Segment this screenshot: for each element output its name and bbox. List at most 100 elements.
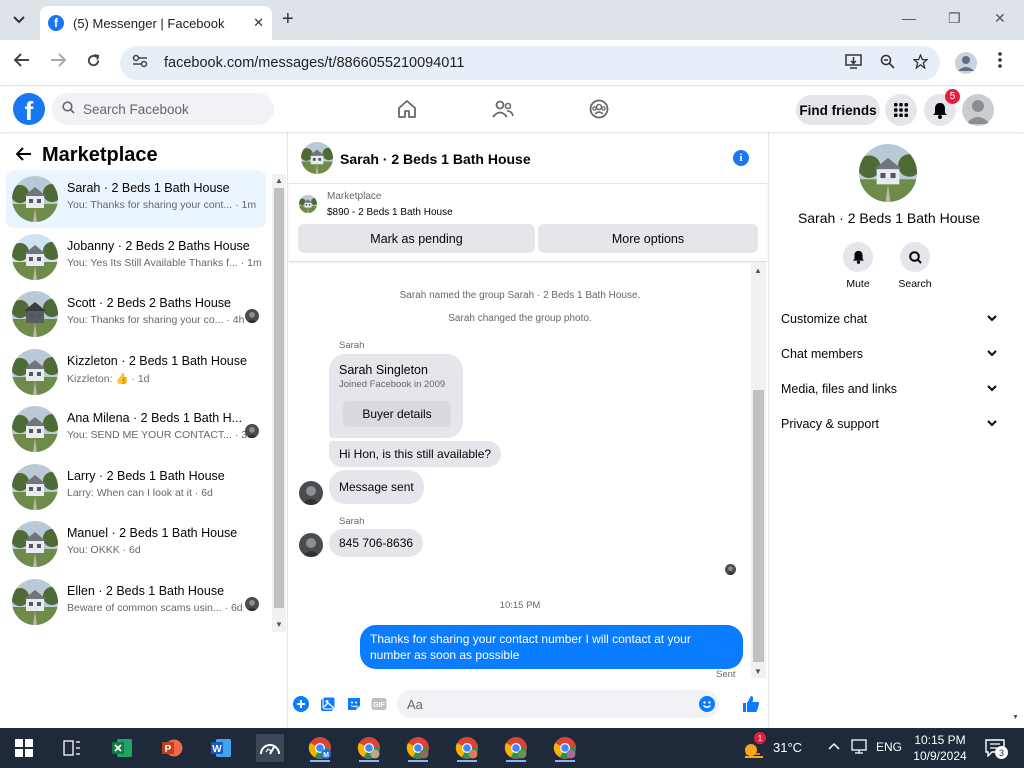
more-actions-plus-icon[interactable] [293, 696, 309, 712]
conversation-avatar[interactable] [12, 463, 58, 510]
chrome-profile-icon[interactable] [955, 52, 977, 74]
scrollbar-thumb[interactable] [274, 188, 284, 608]
account-avatar[interactable] [962, 94, 994, 126]
chrome-profile-icon[interactable] [551, 734, 579, 762]
media-files-links-section[interactable]: Media, files and links [781, 377, 997, 401]
task-view-icon[interactable] [58, 734, 86, 762]
conversation-item[interactable]: Ellen · 2 Beds 1 Bath House Beware of com… [6, 573, 266, 631]
listing-price-title[interactable]: $890 - 2 Beds 1 Bath House [327, 207, 453, 218]
chrome-menu-icon[interactable] [998, 52, 1002, 73]
powerpoint-icon[interactable]: P [158, 734, 186, 762]
network-icon[interactable] [850, 739, 868, 758]
chrome-profile-icon[interactable] [502, 734, 530, 762]
scroll-down-arrow-icon[interactable]: ▼ [275, 620, 283, 629]
speedometer-app-icon[interactable] [256, 734, 284, 762]
conversation-avatar[interactable] [12, 233, 58, 280]
emoji-icon[interactable] [699, 696, 715, 717]
browser-tab[interactable]: f (5) Messenger | Facebook ✕ [40, 6, 272, 40]
conversation-avatar[interactable] [12, 578, 58, 625]
conversation-item[interactable]: Larry · 2 Beds 1 Bath House Larry: When c… [6, 458, 266, 516]
conversation-item[interactable]: Kizzleton · 2 Beds 1 Bath House Kizzleton… [6, 343, 266, 401]
buyer-details-button[interactable]: Buyer details [343, 401, 451, 427]
close-tab-icon[interactable]: ✕ [253, 15, 264, 31]
bell-icon[interactable] [843, 242, 873, 272]
chrome-profile-icon[interactable] [355, 734, 383, 762]
chat-scrollbar[interactable]: ▲ ▼ [751, 263, 766, 678]
conversation-item[interactable]: Ana Milena · 2 Beds 1 Bath H... You: SEND… [6, 400, 266, 458]
clock[interactable]: 10:15 PM 10/9/2024 [910, 732, 970, 764]
reload-icon[interactable] [86, 53, 101, 73]
conversation-avatar[interactable] [12, 521, 58, 567]
excel-icon[interactable] [108, 734, 136, 762]
chat-avatar[interactable] [301, 142, 333, 174]
sticker-icon[interactable] [346, 696, 362, 712]
minimize-button[interactable]: — [902, 10, 916, 26]
customize-chat-section[interactable]: Customize chat [781, 307, 997, 331]
sender-avatar[interactable] [299, 481, 323, 505]
conversation-avatar[interactable] [12, 348, 58, 395]
attach-photo-icon[interactable] [320, 696, 336, 712]
mark-as-pending-button[interactable]: Mark as pending [298, 224, 535, 253]
facebook-logo-icon[interactable]: f [13, 93, 45, 125]
page-scroll-down-arrow-icon[interactable]: ▼ [1012, 714, 1019, 721]
chat-members-section[interactable]: Chat members [781, 342, 997, 366]
conversation-list-scrollbar[interactable]: ▲ ▼ [272, 174, 286, 632]
scroll-down-arrow-icon[interactable]: ▼ [754, 667, 762, 676]
outgoing-message[interactable]: Thanks for sharing your contact number I… [360, 625, 743, 669]
site-settings-icon[interactable] [132, 54, 148, 73]
word-icon[interactable]: W [207, 734, 235, 762]
scroll-up-arrow-icon[interactable]: ▲ [754, 266, 762, 275]
windows-start-icon[interactable] [10, 734, 38, 762]
back-arrow-icon[interactable] [15, 145, 32, 166]
message-input[interactable] [407, 696, 687, 712]
conversation-item[interactable]: Manuel · 2 Beds 1 Bath House You: OKKK · … [6, 515, 266, 573]
gif-icon[interactable]: GIF [371, 696, 387, 712]
info-icon[interactable]: i [733, 150, 749, 166]
chrome-profile-icon[interactable] [453, 734, 481, 762]
search-icon[interactable] [900, 242, 930, 272]
mute-action[interactable]: Mute [828, 242, 888, 290]
menu-grid-icon[interactable] [885, 94, 917, 126]
conversation-avatar[interactable] [12, 176, 58, 222]
message-input-box[interactable] [397, 690, 719, 718]
conversation-avatar[interactable] [12, 406, 58, 452]
restore-button[interactable]: ❐ [948, 10, 961, 27]
more-options-button[interactable]: More options [538, 224, 758, 253]
privacy-support-section[interactable]: Privacy & support [781, 412, 997, 436]
temperature-text[interactable]: 31°C [773, 740, 802, 755]
bookmark-star-icon[interactable] [912, 53, 929, 72]
scrollbar-thumb[interactable] [753, 390, 764, 662]
notification-center-icon[interactable]: 3 [981, 734, 1009, 762]
url-omnibox[interactable]: facebook.com/messages/t/8866055210094011 [120, 46, 940, 80]
show-hidden-icons-chevron-icon[interactable] [828, 738, 840, 753]
group-photo[interactable] [859, 144, 917, 202]
chat-title[interactable]: Sarah · 2 Beds 1 Bath House [340, 151, 531, 167]
incoming-message[interactable]: Hi Hon, is this still available? [329, 441, 502, 467]
incoming-message[interactable]: Message sent [329, 470, 424, 504]
install-app-icon[interactable] [845, 54, 862, 72]
search-input[interactable] [83, 101, 263, 117]
url-text[interactable]: facebook.com/messages/t/8866055210094011 [164, 55, 827, 71]
incoming-message[interactable]: 845 706-8636 [329, 529, 424, 557]
forward-arrow-icon[interactable] [50, 53, 67, 72]
groups-icon[interactable] [587, 97, 611, 121]
search-action[interactable]: Search [885, 242, 945, 290]
close-window-button[interactable]: ✕ [994, 10, 1006, 27]
chrome-profile-icon[interactable] [404, 734, 432, 762]
home-icon[interactable] [395, 97, 419, 121]
new-tab-button[interactable]: + [282, 8, 294, 31]
conversation-item[interactable]: Jobanny · 2 Beds 2 Baths House You: Yes I… [6, 228, 266, 286]
conversation-avatar[interactable] [12, 291, 58, 337]
facebook-search-box[interactable] [52, 93, 274, 125]
tab-search-chevron-icon[interactable] [8, 9, 30, 31]
weather-icon[interactable]: 1 [740, 732, 768, 762]
conversation-item[interactable]: Scott · 2 Beds 2 Baths House You: Thanks … [6, 285, 266, 343]
friends-icon[interactable] [491, 97, 515, 121]
sender-avatar[interactable] [299, 533, 323, 557]
scroll-up-arrow-icon[interactable]: ▲ [275, 176, 283, 185]
find-friends-button[interactable]: Find friends [796, 95, 880, 125]
language-indicator[interactable]: ENG [876, 740, 902, 754]
listing-thumbnail[interactable] [299, 195, 317, 213]
chrome-profile-m-icon[interactable]: M [306, 734, 334, 762]
back-arrow-icon[interactable] [13, 53, 30, 72]
